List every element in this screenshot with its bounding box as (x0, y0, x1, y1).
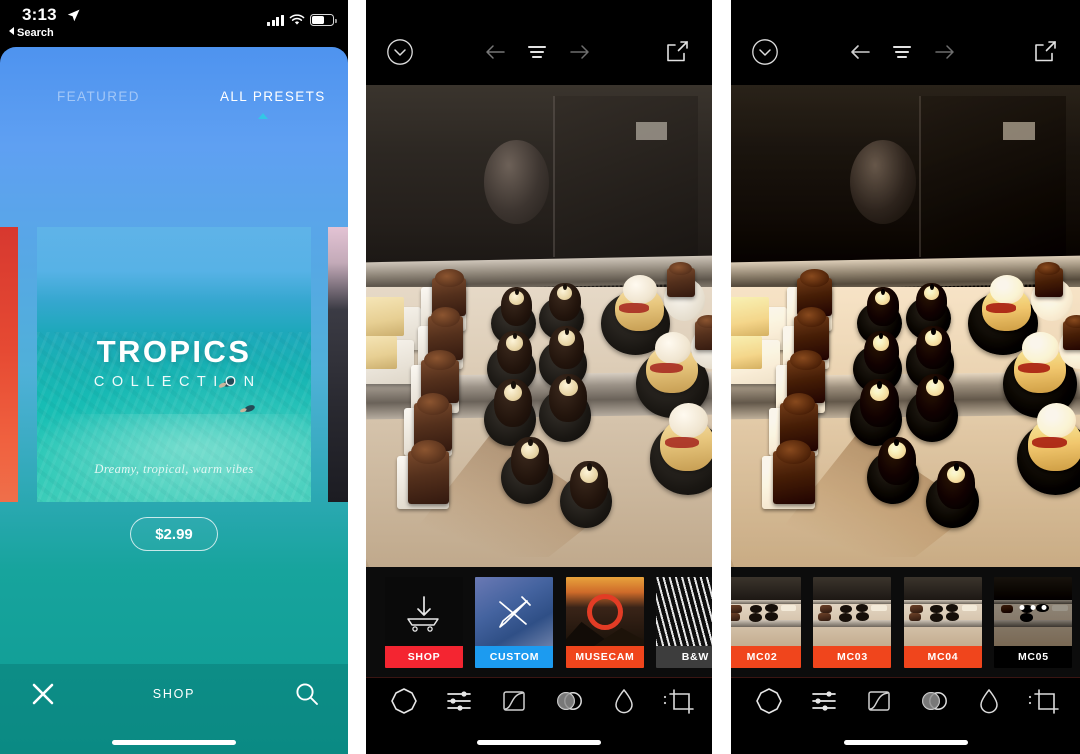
water-droplet-icon[interactable] (609, 686, 639, 716)
home-indicator (477, 740, 601, 745)
adjust-sliders-icon[interactable] (809, 686, 839, 716)
pack-card[interactable]: MUSECAM (565, 577, 644, 668)
preset-card[interactable]: MC04 (903, 577, 982, 668)
photo-editor-preset-strip: MC02 MC03 MC04 MC05 (731, 0, 1080, 754)
preset-card[interactable]: MC03 (813, 577, 892, 668)
crop-icon[interactable] (1027, 686, 1059, 716)
back-to-search-link[interactable]: Search (9, 27, 54, 39)
collection-title: TROPICS (96, 334, 252, 369)
pack-label: MUSECAM (565, 646, 644, 668)
pack-thumbnail (565, 577, 644, 646)
custom-pen-icon (499, 596, 532, 628)
pack-thumbnail (475, 577, 554, 646)
carousel-card-previous[interactable] (0, 227, 18, 502)
pack-label: CUSTOM (475, 646, 554, 668)
home-indicator (843, 740, 968, 745)
pack-thumbnail (385, 577, 463, 646)
preset-thumbnail (813, 577, 892, 646)
editor-bottom-toolbar (366, 677, 712, 754)
edited-photo[interactable] (366, 85, 712, 567)
curves-icon[interactable] (499, 686, 529, 716)
preset-thumbnail (731, 577, 801, 646)
home-indicator (112, 740, 236, 745)
shop-cart-icon (407, 596, 439, 632)
editor-bottom-toolbar (731, 677, 1080, 754)
preset-thumbnail (903, 577, 982, 646)
preset-loading-dots (1019, 604, 1047, 610)
adjust-sliders-icon[interactable] (444, 686, 474, 716)
price-button[interactable]: $2.99 (130, 517, 218, 551)
editor-top-toolbar (731, 0, 1080, 85)
pack-label: SHOP (385, 646, 463, 668)
pack-strip[interactable]: SHOP CUSTOM MUSECAM B&W (366, 567, 712, 677)
cellular-signal-icon (267, 14, 284, 26)
pack-label: B&W (656, 646, 712, 668)
preset-label: MC02 (731, 646, 801, 668)
editor-top-toolbar (366, 0, 712, 85)
bakery-display-scene (366, 85, 712, 567)
chevron-down-circle-icon[interactable] (751, 38, 779, 66)
collection-subtitle: COLLECTION (93, 374, 262, 390)
chevron-down-circle-icon[interactable] (386, 38, 414, 66)
water-droplet-icon[interactable] (974, 686, 1004, 716)
status-indicators (267, 14, 337, 26)
back-label: Search (17, 27, 54, 39)
compare-layers-icon[interactable] (888, 38, 916, 66)
carousel-card-next[interactable] (328, 227, 348, 502)
collection-carousel[interactable]: TROPICS COLLECTION Dreamy, tropical, war… (0, 227, 348, 502)
pack-card[interactable]: B&W (656, 577, 712, 668)
collection-card-tropics[interactable]: TROPICS COLLECTION Dreamy, tropical, war… (37, 227, 311, 502)
pack-card[interactable]: CUSTOM (475, 577, 554, 668)
wifi-icon (289, 14, 305, 25)
status-bar: 3:13 Search (0, 0, 348, 47)
presets-aperture-icon[interactable] (389, 686, 419, 716)
preset-label: MC04 (903, 646, 982, 668)
contrast-circles-icon[interactable] (554, 686, 584, 716)
musecam-ring-icon (586, 594, 623, 630)
screenshot-root: 3:13 Search FEATURED ALL PRESETS TROPICS… (0, 0, 1080, 754)
undo-arrow-icon[interactable] (481, 38, 509, 66)
swimmer-figure (243, 403, 256, 414)
pack-card[interactable]: SHOP (385, 577, 463, 668)
preset-strip[interactable]: MC02 MC03 MC04 MC05 (731, 567, 1080, 677)
collection-tagline: Dreamy, tropical, warm vibes (94, 462, 254, 476)
share-export-icon[interactable] (664, 38, 690, 66)
bakery-display-scene-filtered (731, 85, 1080, 567)
preset-thumbnail (994, 577, 1073, 646)
preset-label: MC03 (813, 646, 892, 668)
curves-icon[interactable] (864, 686, 894, 716)
tab-all-presets[interactable]: ALL PRESETS (220, 89, 326, 104)
undo-arrow-icon[interactable] (846, 38, 874, 66)
contrast-circles-icon[interactable] (919, 686, 949, 716)
redo-arrow-icon[interactable] (566, 38, 594, 66)
battery-icon (310, 14, 337, 26)
active-tab-indicator (258, 113, 268, 119)
edited-photo[interactable] (731, 85, 1080, 567)
shop-bottom-bar: SHOP (0, 664, 348, 754)
crop-icon[interactable] (662, 686, 694, 716)
status-time: 3:13 (22, 5, 57, 24)
presets-aperture-icon[interactable] (754, 686, 784, 716)
search-icon[interactable] (294, 681, 320, 707)
pack-thumbnail (656, 577, 712, 646)
compare-layers-icon[interactable] (523, 38, 551, 66)
back-triangle-icon (9, 27, 14, 35)
shop-tabs: FEATURED ALL PRESETS (0, 89, 348, 123)
tab-featured[interactable]: FEATURED (57, 89, 140, 104)
redo-arrow-icon[interactable] (931, 38, 959, 66)
share-export-icon[interactable] (1032, 38, 1058, 66)
shop-content: FEATURED ALL PRESETS TROPICS COLLECTION … (0, 47, 348, 754)
location-arrow-icon (67, 9, 80, 22)
preset-label: MC05 (994, 646, 1073, 668)
preset-card-selected[interactable]: MC05 (994, 577, 1073, 668)
preset-card[interactable]: MC02 (731, 577, 801, 668)
preset-shop-screen: 3:13 Search FEATURED ALL PRESETS TROPICS… (0, 0, 348, 754)
photo-editor-pack-browser: SHOP CUSTOM MUSECAM B&W (366, 0, 712, 754)
